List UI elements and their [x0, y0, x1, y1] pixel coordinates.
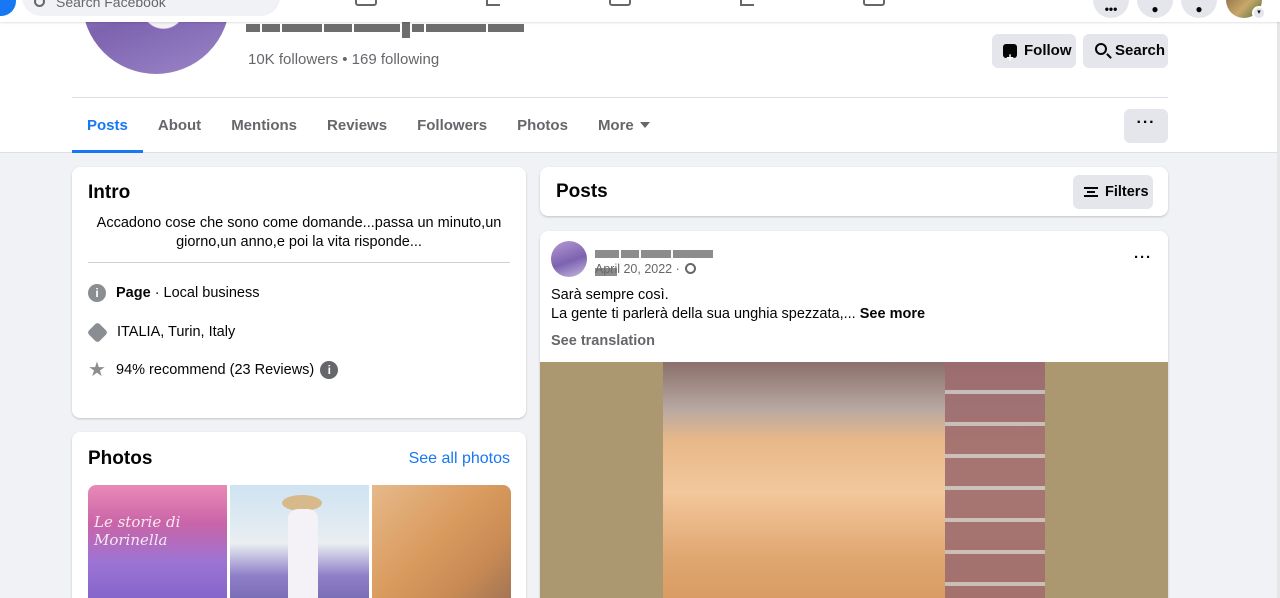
tab-more-label: More: [597, 117, 634, 134]
see-translation-link[interactable]: See translation: [551, 333, 655, 349]
facebook-logo-icon[interactable]: [0, 0, 16, 16]
intro-card: Intro Accadono cose che sono come domand…: [72, 167, 526, 418]
menu-grid-button[interactable]: •••: [1093, 0, 1129, 18]
tab-reviews[interactable]: Reviews: [312, 98, 402, 153]
profile-header: 10K followers • 169 following Follow Sea…: [0, 0, 1280, 153]
photo-thumbnail[interactable]: Le storie di Morinella: [88, 485, 227, 598]
post-text: Sarà sempre così. La gente ti parlerà de…: [551, 286, 925, 324]
intro-bio: Accadono cose che sono come domande...pa…: [96, 215, 502, 250]
filters-label: Filters: [1105, 184, 1149, 200]
follow-plus-icon: [1003, 41, 1017, 75]
tab-mentions[interactable]: Mentions: [216, 98, 312, 153]
info-icon: i: [88, 284, 106, 303]
account-avatar[interactable]: ▾: [1226, 0, 1266, 20]
top-navigation-bar: Search Facebook ••• ● ● ▾: [0, 0, 1280, 22]
cat-photo: [663, 362, 1045, 598]
follow-button[interactable]: Follow: [992, 34, 1076, 75]
messenger-button[interactable]: ●: [1137, 0, 1173, 18]
photos-card: Photos See all photos Le storie di Morin…: [72, 432, 526, 598]
post-options-button[interactable]: ···: [1134, 249, 1152, 266]
post-text-line: Sarà sempre così.: [551, 287, 669, 303]
grid-icon: •••: [1104, 2, 1118, 16]
search-placeholder: Search Facebook: [56, 0, 166, 10]
tab-posts[interactable]: Posts: [72, 98, 143, 153]
search-label: Search: [1115, 42, 1166, 59]
search-page-button[interactable]: Search: [1083, 34, 1168, 68]
intro-location-row: ITALIA, Turin, Italy: [86, 321, 235, 343]
tab-followers[interactable]: Followers: [402, 98, 502, 153]
recommend-text[interactable]: 94% recommend (23 Reviews): [116, 362, 314, 378]
post-author-name-blurred[interactable]: [595, 245, 737, 276]
post-author-avatar[interactable]: [551, 241, 587, 277]
posts-header-card: Posts Filters: [540, 167, 1168, 216]
followers-count[interactable]: 10K followers • 169 following: [248, 51, 439, 68]
directions-icon: [86, 321, 109, 343]
photo-watermark: Le storie di Morinella: [94, 513, 181, 549]
search-icon: [34, 0, 45, 7]
info-icon[interactable]: i: [320, 361, 339, 380]
posts-title: Posts: [556, 181, 608, 202]
globe-icon: [685, 263, 697, 275]
more-options-button[interactable]: ···: [1124, 109, 1168, 143]
home-icon[interactable]: [355, 0, 377, 6]
post-date-text: April 20, 2022 ·: [595, 262, 684, 276]
category-text: · Local business: [150, 285, 260, 301]
pages-flag-icon[interactable]: [486, 0, 500, 6]
post-text-line: La gente ti parlerà della sua unghia spe…: [551, 306, 860, 322]
post-card: April 20, 2022 · ··· Sarà sempre così. L…: [540, 231, 1168, 598]
intro-recommend-row: ★ 94% recommend (23 Reviews) i: [88, 359, 339, 382]
search-input[interactable]: Search Facebook: [22, 0, 280, 16]
post-text-line-2: La gente ti parlerà della sua unghia spe…: [551, 305, 925, 324]
category-prefix: Page: [116, 285, 151, 301]
marketplace-icon[interactable]: [609, 0, 631, 6]
post-timestamp[interactable]: April 20, 2022 ·: [595, 262, 697, 276]
star-icon: ★: [88, 359, 106, 382]
search-icon: [1095, 43, 1107, 55]
notifications-button[interactable]: ●: [1181, 0, 1217, 18]
gaming-icon[interactable]: [863, 0, 885, 6]
photos-title: Photos: [88, 448, 153, 469]
post-image[interactable]: [540, 362, 1168, 598]
photo-thumbnail[interactable]: [230, 485, 369, 598]
see-all-photos-link[interactable]: See all photos: [409, 450, 510, 468]
bell-icon: ●: [1195, 2, 1203, 16]
messenger-icon: ●: [1151, 2, 1159, 16]
intro-title: Intro: [88, 182, 131, 203]
ads-megaphone-icon[interactable]: [740, 0, 754, 6]
caret-down-icon: [639, 122, 650, 129]
see-more-link[interactable]: See more: [860, 306, 925, 322]
chevron-down-icon: ▾: [1252, 6, 1266, 20]
follow-label: Follow: [1024, 42, 1072, 59]
tab-more[interactable]: More: [583, 98, 665, 153]
location-text[interactable]: ITALIA, Turin, Italy: [117, 324, 235, 340]
tab-photos[interactable]: Photos: [502, 98, 583, 153]
sliders-icon: [1084, 187, 1098, 197]
intro-divider: [88, 262, 510, 263]
tab-about[interactable]: About: [143, 98, 216, 153]
photo-thumbnail[interactable]: [372, 485, 511, 598]
profile-tabs: Posts About Mentions Reviews Followers P…: [72, 98, 665, 153]
filters-button[interactable]: Filters: [1073, 175, 1153, 209]
intro-category-row: i Page · Local business: [88, 283, 259, 303]
brick-wall: [945, 362, 1045, 598]
